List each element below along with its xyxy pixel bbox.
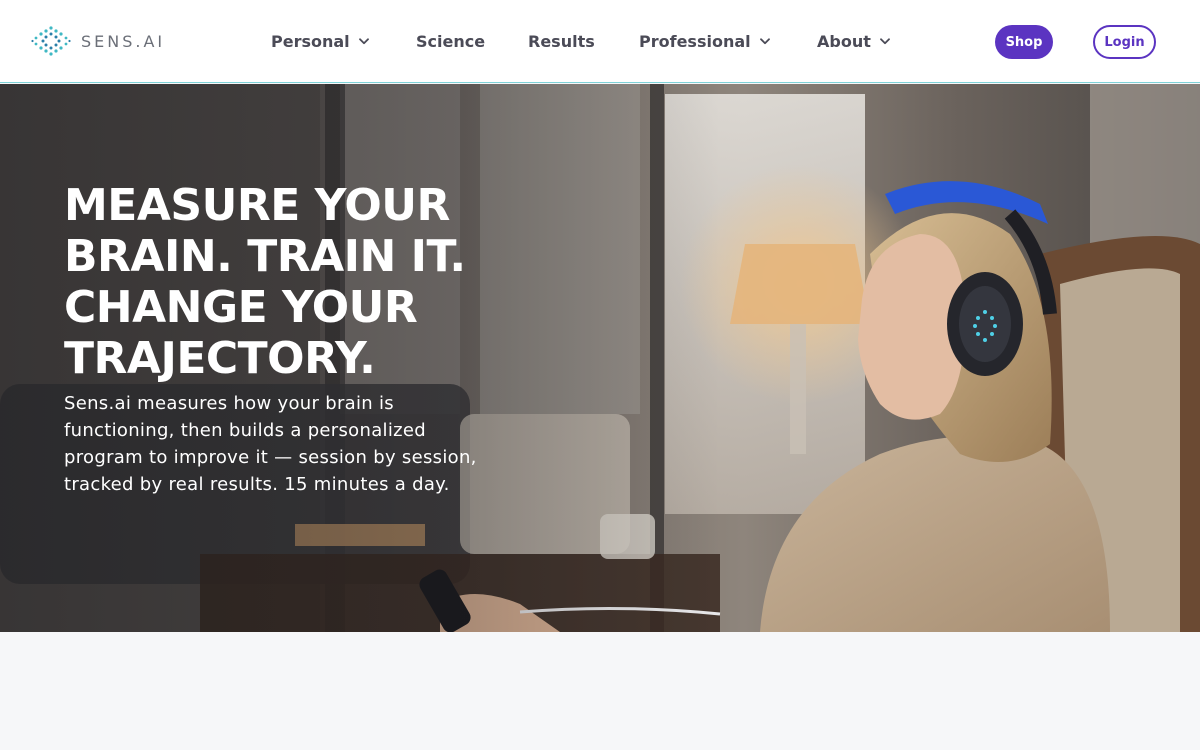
brand-name: SENS.AI	[81, 31, 166, 51]
hero-title: MEASURE YOUR BRAIN. TRAIN IT. CHANGE YOU…	[64, 180, 524, 384]
site-header: SENS.AI Personal Science Results Profess…	[0, 0, 1200, 83]
hero-title-line: TRAJECTORY.	[64, 333, 376, 384]
nav-item-label: About	[817, 31, 871, 51]
nav-item-about[interactable]: About	[817, 30, 890, 52]
nav-item-science[interactable]: Science	[416, 30, 485, 52]
nav-item-label: Personal	[271, 31, 350, 51]
shop-button[interactable]: Shop	[995, 25, 1053, 59]
brand-logo[interactable]: SENS.AI	[31, 25, 165, 57]
chevron-down-icon	[759, 37, 770, 44]
hero-title-line: BRAIN. TRAIN IT.	[64, 231, 466, 282]
chevron-down-icon	[879, 37, 890, 44]
content-section	[0, 632, 1200, 750]
nav-item-label: Results	[528, 31, 595, 51]
hero-section: MEASURE YOUR BRAIN. TRAIN IT. CHANGE YOU…	[0, 84, 1200, 632]
hero-description: Sens.ai measures how your brain is funct…	[64, 393, 477, 495]
nav-item-label: Science	[416, 31, 486, 51]
nav-item-personal[interactable]: Personal	[271, 30, 369, 52]
hero-title-line: MEASURE YOUR	[64, 180, 450, 231]
nav-item-professional[interactable]: Professional	[639, 30, 770, 52]
nav-item-results[interactable]: Results	[528, 30, 595, 52]
login-button[interactable]: Login	[1093, 25, 1156, 59]
hero-title-line: CHANGE YOUR	[64, 282, 418, 333]
chevron-down-icon	[358, 37, 369, 44]
nav-item-label: Professional	[639, 31, 751, 51]
hexagon-dot-logo-icon	[31, 26, 71, 56]
